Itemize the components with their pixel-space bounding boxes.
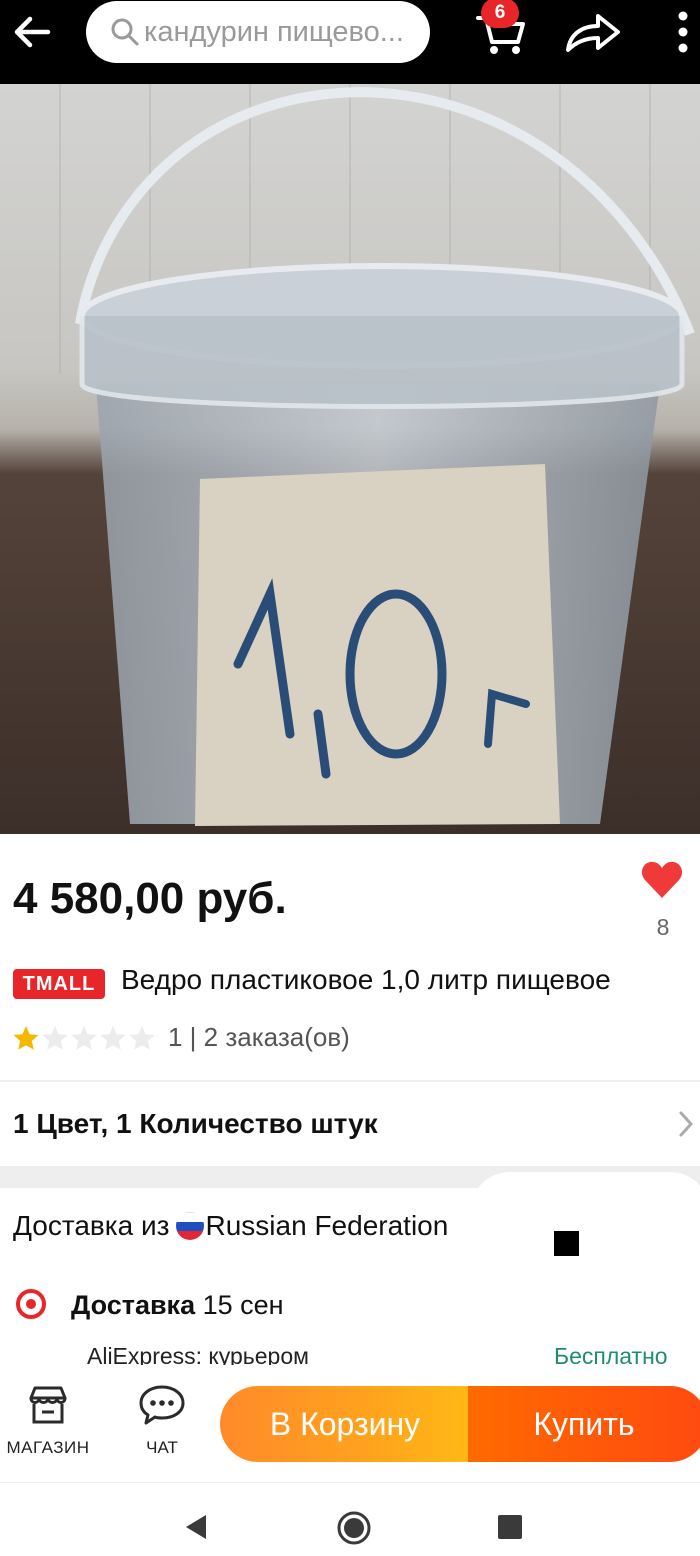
rating-stars xyxy=(12,1024,156,1052)
star-icon xyxy=(100,1026,126,1050)
variant-selector-label[interactable]: 1 Цвет, 1 Количество штук xyxy=(13,1108,378,1140)
delivery-carrier: AliExpress: курьером xyxy=(87,1343,309,1365)
add-to-cart-button[interactable]: В Корзину xyxy=(220,1386,470,1462)
price: 4 580,00 руб. xyxy=(13,874,287,923)
black-square-marker xyxy=(554,1231,579,1256)
more-icon[interactable] xyxy=(670,8,696,56)
buy-now-button[interactable]: Купить xyxy=(468,1386,700,1462)
delivery-option[interactable]: Доставка 15 сен xyxy=(71,1290,284,1321)
search-icon xyxy=(111,18,139,46)
delivery-from-label: Доставка из xyxy=(13,1210,170,1241)
share-icon[interactable] xyxy=(562,10,622,56)
delivery-origin: Доставка из Russian Federation xyxy=(13,1210,448,1242)
product-title: Ведро пластиковое 1,0 литр пищевое xyxy=(121,964,611,995)
search-placeholder: кандурин пищево... xyxy=(144,15,404,48)
favorites-count: 8 xyxy=(656,914,670,940)
delivery-country: Russian Federation xyxy=(205,1210,449,1241)
top-bar: кандурин пищево... 6 xyxy=(0,0,700,84)
delivery-price: Бесплатно xyxy=(554,1343,668,1369)
store-label: МАГАЗИН xyxy=(6,1438,90,1457)
star-icon xyxy=(13,1026,39,1050)
star-icon xyxy=(129,1026,155,1050)
product-page: кандурин пищево... 6 4 580,00 руб. 8 TMA… xyxy=(0,0,700,1556)
tmall-badge: TMALL xyxy=(13,969,105,999)
section-separator-curve xyxy=(470,1172,700,1212)
rating-orders-text: 1 | 2 заказа(ов) xyxy=(168,1022,350,1052)
store-icon xyxy=(29,1386,67,1424)
system-nav-bar xyxy=(0,1482,700,1556)
delivery-label: Доставка xyxy=(71,1290,196,1320)
star-icon xyxy=(71,1026,97,1050)
star-icon xyxy=(42,1026,68,1050)
chat-icon xyxy=(139,1385,185,1425)
product-image[interactable] xyxy=(0,84,700,834)
russia-flag-icon xyxy=(175,1212,204,1240)
nav-back-icon[interactable] xyxy=(184,1513,208,1541)
heart-icon[interactable] xyxy=(640,858,684,902)
chat-button[interactable]: ЧАТ xyxy=(122,1384,202,1464)
cart-count-badge: 6 xyxy=(481,0,519,28)
nav-home-icon[interactable] xyxy=(337,1511,371,1545)
chat-label: ЧАТ xyxy=(146,1438,178,1457)
bucket-illustration xyxy=(59,84,695,826)
nav-recents-icon[interactable] xyxy=(498,1515,522,1539)
delivery-option-radio[interactable] xyxy=(16,1289,46,1319)
divider xyxy=(0,1080,700,1082)
action-bar: МАГАЗИН ЧАТ В Корзину Купить xyxy=(0,1368,700,1482)
search-input[interactable]: кандурин пищево... xyxy=(86,1,430,63)
chevron-right-icon[interactable] xyxy=(678,1110,694,1138)
back-arrow-icon[interactable] xyxy=(10,10,54,54)
delivery-date: 15 сен xyxy=(202,1290,284,1320)
store-button[interactable]: МАГАЗИН xyxy=(0,1384,96,1464)
